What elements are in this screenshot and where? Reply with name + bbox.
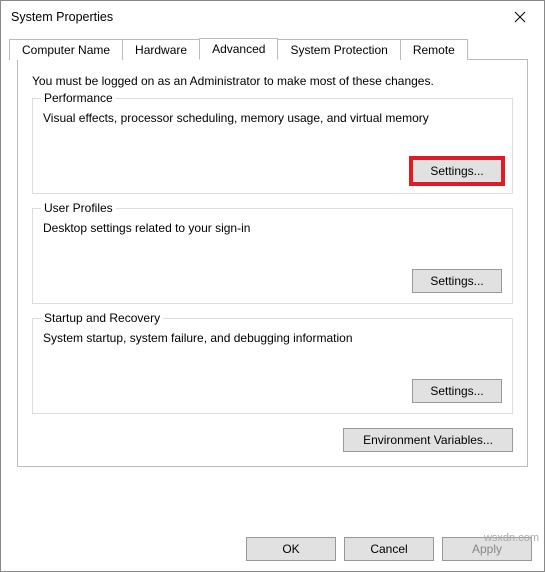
user-profiles-settings-button[interactable]: Settings... — [412, 269, 502, 293]
titlebar: System Properties — [1, 1, 544, 33]
startup-recovery-button-row: Settings... — [43, 379, 502, 403]
cancel-button[interactable]: Cancel — [344, 537, 434, 561]
tabs-container: Computer Name Hardware Advanced System P… — [1, 33, 544, 467]
startup-recovery-group: Startup and Recovery System startup, sys… — [32, 318, 513, 414]
performance-button-row: Settings... — [43, 159, 502, 183]
dialog-button-row: OK Cancel Apply — [1, 527, 544, 571]
tab-system-protection[interactable]: System Protection — [277, 39, 400, 60]
tab-hardware[interactable]: Hardware — [122, 39, 200, 60]
admin-note: You must be logged on as an Administrato… — [32, 74, 513, 88]
system-properties-window: System Properties Computer Name Hardware… — [0, 0, 545, 572]
ok-button[interactable]: OK — [246, 537, 336, 561]
tab-remote[interactable]: Remote — [400, 39, 468, 60]
performance-settings-button[interactable]: Settings... — [412, 159, 502, 183]
tab-advanced[interactable]: Advanced — [199, 38, 278, 60]
env-variables-row: Environment Variables... — [32, 428, 513, 452]
advanced-panel: You must be logged on as an Administrato… — [17, 59, 528, 467]
performance-group: Performance Visual effects, processor sc… — [32, 98, 513, 194]
user-profiles-button-row: Settings... — [43, 269, 502, 293]
tab-strip: Computer Name Hardware Advanced System P… — [9, 37, 536, 59]
startup-recovery-desc: System startup, system failure, and debu… — [43, 331, 502, 345]
environment-variables-button[interactable]: Environment Variables... — [343, 428, 513, 452]
performance-desc: Visual effects, processor scheduling, me… — [43, 111, 502, 125]
apply-button[interactable]: Apply — [442, 537, 532, 561]
tab-computer-name[interactable]: Computer Name — [9, 39, 123, 60]
user-profiles-desc: Desktop settings related to your sign-in — [43, 221, 502, 235]
user-profiles-group: User Profiles Desktop settings related t… — [32, 208, 513, 304]
startup-recovery-settings-button[interactable]: Settings... — [412, 379, 502, 403]
performance-legend: Performance — [41, 91, 116, 105]
close-icon — [514, 11, 526, 23]
window-title: System Properties — [11, 10, 113, 24]
close-button[interactable] — [498, 2, 542, 32]
user-profiles-legend: User Profiles — [41, 201, 116, 215]
startup-recovery-legend: Startup and Recovery — [41, 311, 163, 325]
